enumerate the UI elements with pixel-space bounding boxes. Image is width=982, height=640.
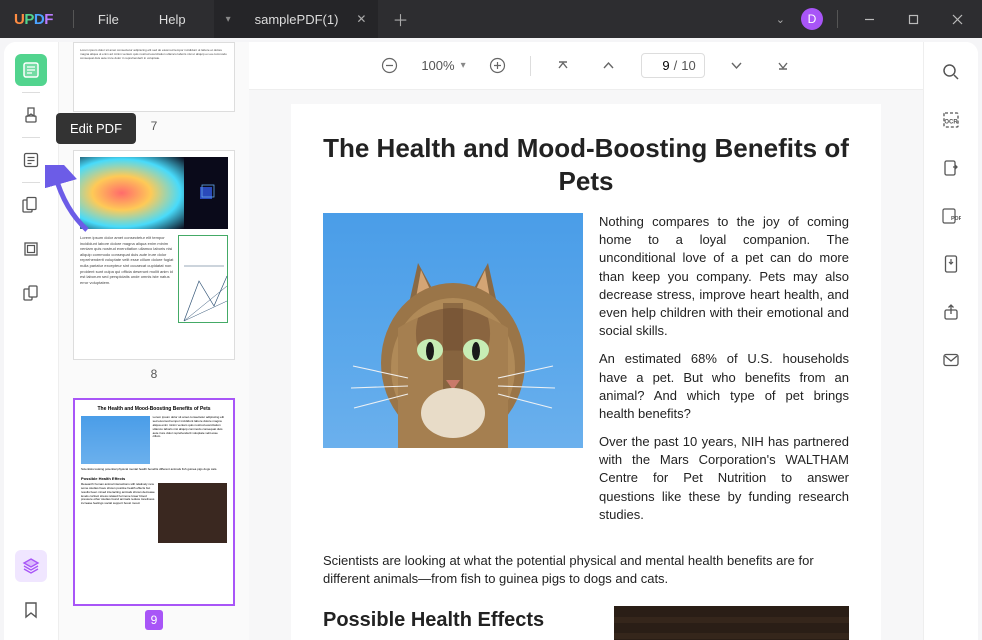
svg-text:PDF/A: PDF/A (951, 216, 961, 222)
separator (22, 182, 40, 183)
search-button[interactable] (937, 58, 965, 86)
separator (837, 10, 838, 28)
share-button[interactable] (937, 298, 965, 326)
left-sidebar (4, 42, 59, 640)
tab-dropdown-icon[interactable]: ▾ (226, 14, 231, 25)
tooltip: Edit PDF (56, 113, 136, 144)
separator (73, 10, 74, 28)
close-button[interactable] (940, 6, 974, 32)
page-number-field[interactable] (650, 58, 670, 73)
crop-button[interactable] (15, 233, 47, 265)
page-total: 10 (681, 58, 695, 73)
cat-image (323, 213, 583, 448)
layers-button[interactable] (15, 550, 47, 582)
compare-button[interactable] (15, 277, 47, 309)
new-tab-button[interactable]: ＋ (378, 7, 422, 31)
next-page-button[interactable] (723, 52, 751, 80)
thumbnail-page-8[interactable]: Lorem ipsum dolor amet consectetur elit … (73, 150, 235, 360)
zoom-value: 100% (421, 58, 454, 73)
separator (22, 92, 40, 93)
chevron-down-icon[interactable]: ⌄ (770, 7, 791, 32)
thumbnail-page-9[interactable]: The Health and Mood-Boosting Benefits of… (73, 398, 235, 606)
separator (530, 56, 531, 76)
email-button[interactable] (937, 346, 965, 374)
paragraph: An estimated 68% of U.S. households have… (599, 350, 849, 423)
zoom-out-button[interactable] (375, 52, 403, 80)
thumb-subtitle: Possible Health Effects (81, 476, 227, 481)
main-area: Lorem ipsum dolor sit amet consectetur a… (4, 42, 978, 640)
tab-title: samplePDF(1) (255, 12, 339, 27)
maximize-button[interactable] (896, 6, 930, 32)
paragraph: Scientists are looking at what the poten… (323, 552, 849, 588)
export-button[interactable] (937, 154, 965, 182)
thumbnail-label: 7 (145, 116, 164, 136)
app-logo: UPDF (0, 11, 69, 28)
thumbnail-label: 9 (145, 610, 164, 630)
thumb-title: The Health and Mood-Boosting Benefits of… (81, 406, 227, 412)
minimize-button[interactable] (852, 6, 886, 32)
separator (22, 137, 40, 138)
last-page-button[interactable] (769, 52, 797, 80)
compress-button[interactable] (937, 250, 965, 278)
arrow-annotation (45, 165, 95, 235)
prev-page-button[interactable] (595, 52, 623, 80)
text-column: Nothing compares to the joy of coming ho… (599, 213, 849, 534)
svg-text:OCR: OCR (944, 120, 958, 126)
zoom-in-button[interactable] (484, 52, 512, 80)
dog-image (614, 606, 849, 640)
first-page-button[interactable] (549, 52, 577, 80)
document-viewport[interactable]: The Health and Mood-Boosting Benefits of… (249, 90, 923, 640)
pdfa-button[interactable]: PDF/A (937, 202, 965, 230)
bookmark-button[interactable] (15, 594, 47, 626)
page-input[interactable]: / 10 (641, 53, 705, 78)
page-separator: / (674, 58, 678, 73)
page-title: The Health and Mood-Boosting Benefits of… (323, 132, 849, 197)
document-tab[interactable]: ▾ samplePDF(1) ✕ (214, 0, 379, 38)
edit-pdf-button[interactable] (15, 144, 47, 176)
zoom-level[interactable]: 100% ▾ (421, 58, 465, 73)
caret-down-icon: ▾ (461, 60, 466, 71)
thumbnail-label: 8 (145, 364, 164, 384)
reader-mode-button[interactable] (15, 54, 47, 86)
paragraph: Over the past 10 years, NIH has partnere… (599, 433, 849, 524)
right-sidebar: OCR PDF/A (923, 42, 978, 640)
ocr-button[interactable]: OCR (937, 106, 965, 134)
menu-file[interactable]: File (78, 12, 139, 27)
page-9: The Health and Mood-Boosting Benefits of… (291, 104, 881, 640)
content-area: 100% ▾ / 10 The Health and Mood-Boosting … (249, 42, 923, 640)
annotate-button[interactable] (15, 99, 47, 131)
page-toolbar: 100% ▾ / 10 (249, 42, 923, 90)
menu-help[interactable]: Help (139, 12, 206, 27)
avatar[interactable]: D (801, 8, 823, 30)
close-icon[interactable]: ✕ (356, 12, 366, 26)
titlebar: UPDF File Help ▾ samplePDF(1) ✕ ＋ ⌄ D (0, 0, 982, 38)
section-heading: Possible Health Effects (323, 606, 598, 634)
organize-pages-button[interactable] (15, 189, 47, 221)
paragraph: Nothing compares to the joy of coming ho… (599, 213, 849, 340)
thumbnail-page-7[interactable]: Lorem ipsum dolor sit amet consectetur a… (73, 42, 235, 112)
